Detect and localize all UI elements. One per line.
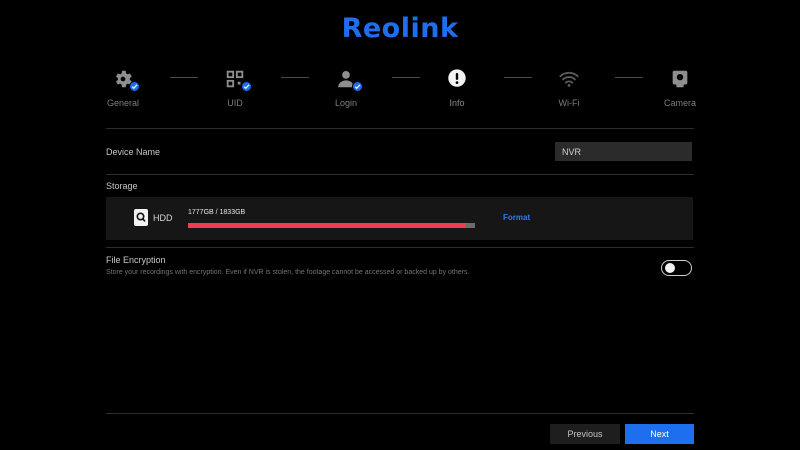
exclamation-icon — [448, 69, 466, 87]
storage-usage-bar — [188, 223, 475, 228]
completed-check-icon — [352, 81, 363, 92]
setup-wizard-screen: Reolink General UID Login Info Wi-Fi Cam… — [0, 0, 800, 450]
section-divider — [106, 247, 694, 248]
step-connector — [392, 77, 420, 78]
device-name-input[interactable] — [555, 142, 692, 161]
file-encryption-label: File Encryption — [106, 255, 166, 265]
step-label: General — [106, 98, 140, 108]
file-encryption-description: Store your recordings with encryption. E… — [106, 269, 470, 276]
wizard-step-camera: Camera — [650, 68, 710, 108]
toggle-knob — [665, 263, 675, 273]
step-connector — [504, 77, 532, 78]
step-label: UID — [227, 98, 243, 108]
wizard-step-wifi: Wi-Fi — [539, 68, 599, 108]
completed-check-icon — [241, 81, 252, 92]
wizard-step-login: Login — [316, 68, 376, 108]
wizard-step-general: General — [93, 68, 153, 108]
format-button[interactable]: Format — [503, 213, 530, 222]
hdd-icon — [134, 209, 148, 226]
device-name-label: Device Name — [106, 147, 161, 157]
previous-button[interactable]: Previous — [550, 424, 620, 444]
section-divider — [106, 174, 694, 175]
step-connector — [170, 77, 198, 78]
step-label: Login — [334, 98, 358, 108]
wifi-icon — [559, 71, 579, 87]
storage-capacity: 1777GB / 1833GB — [188, 209, 246, 216]
storage-usage-fill — [188, 223, 467, 228]
step-connector — [281, 77, 309, 78]
wizard-step-uid: UID — [205, 68, 265, 108]
step-label: Wi-Fi — [558, 98, 580, 108]
completed-check-icon — [129, 81, 140, 92]
storage-panel: HDD 1777GB / 1833GB Format — [106, 197, 693, 240]
camera-icon — [672, 70, 688, 88]
wizard-step-info: Info — [427, 68, 487, 108]
step-connector — [615, 77, 643, 78]
storage-label: Storage — [106, 181, 138, 191]
next-button[interactable]: Next — [625, 424, 694, 444]
hdd-label: HDD — [153, 213, 173, 223]
step-label: Camera — [663, 98, 696, 108]
footer-divider — [106, 413, 694, 414]
header-divider — [106, 128, 694, 129]
reolink-logo: Reolink — [341, 13, 459, 44]
step-label: Info — [449, 98, 465, 108]
file-encryption-toggle[interactable] — [661, 260, 692, 276]
